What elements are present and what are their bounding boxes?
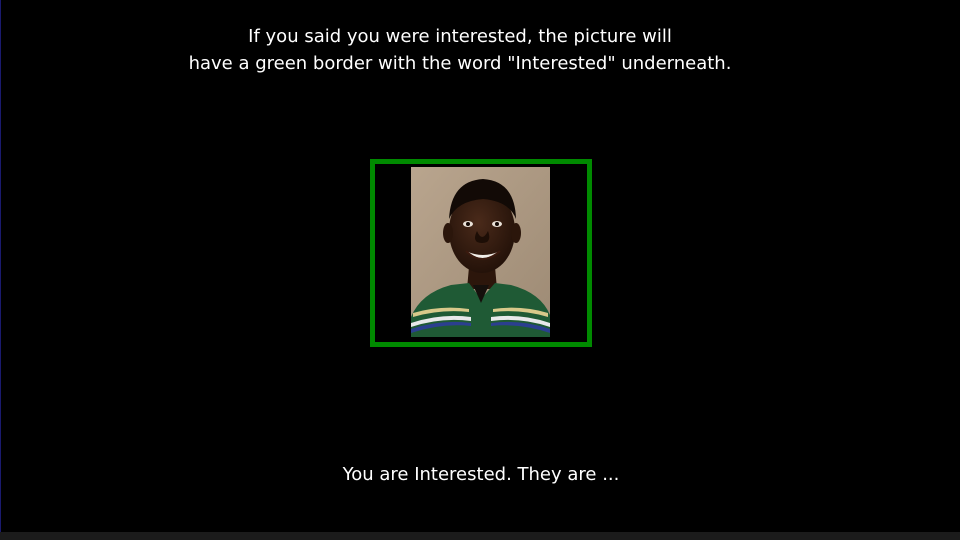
instruction-text: If you said you were interested, the pic… [0, 23, 920, 77]
profile-photo [411, 167, 550, 337]
window-left-edge [0, 0, 1, 532]
instruction-line-2: have a green border with the word "Inter… [188, 53, 732, 74]
bottom-bar [0, 532, 960, 540]
person-photo-icon [411, 167, 550, 337]
instruction-line-1: If you said you were interested, the pic… [248, 26, 672, 47]
status-message: You are Interested. They are ... [342, 464, 620, 485]
interested-photo-frame [370, 159, 592, 347]
experiment-screen: If you said you were interested, the pic… [0, 0, 960, 540]
